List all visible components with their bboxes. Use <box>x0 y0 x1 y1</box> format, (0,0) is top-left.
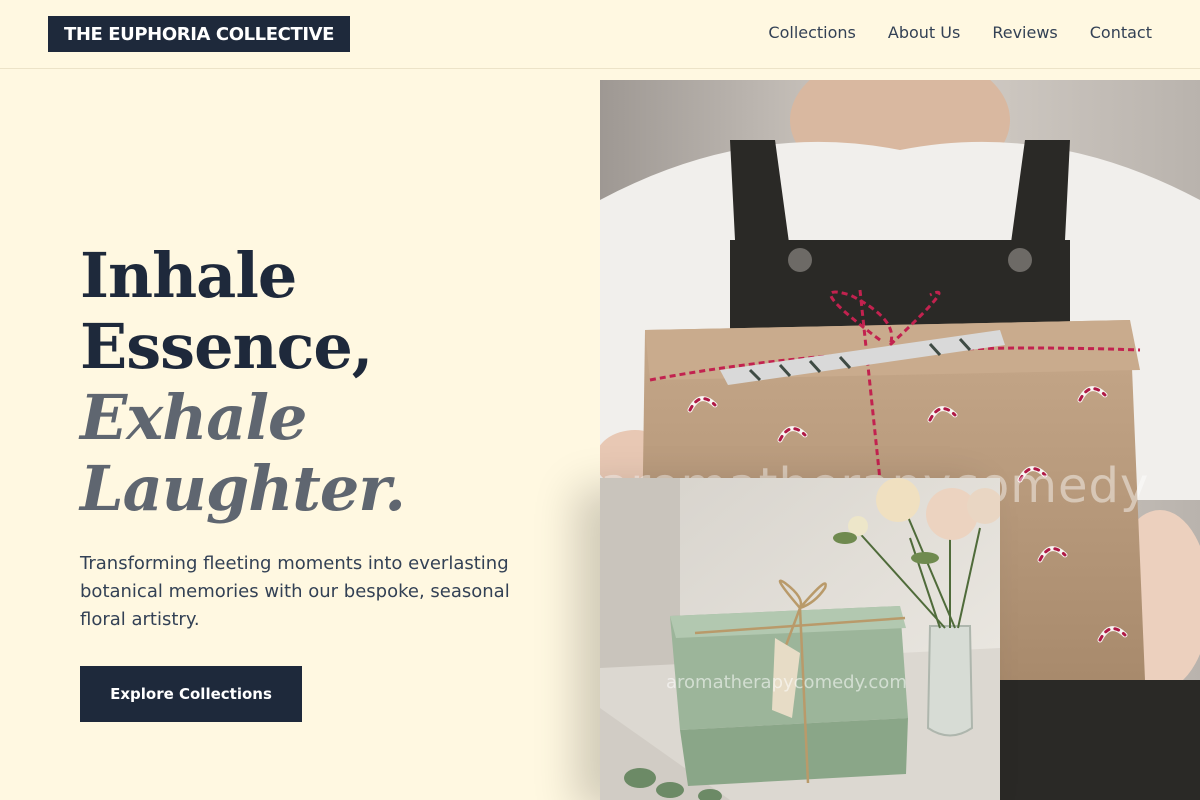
hero-subtext: Transforming fleeting moments into everl… <box>80 553 510 630</box>
nav-link-collections[interactable]: Collections <box>768 22 855 44</box>
nav-link-reviews[interactable]: Reviews <box>992 22 1057 44</box>
brand-logo[interactable]: THE EUPHORIA COLLECTIVE <box>48 16 350 52</box>
headline-line-4: Laughter. <box>80 452 406 525</box>
headline-line-1: Inhale <box>80 239 297 312</box>
main-nav: Collections About Us Reviews Contact <box>768 22 1152 44</box>
explore-collections-button[interactable]: Explore Collections <box>80 666 302 722</box>
headline-line-3: Exhale <box>80 381 307 454</box>
nav-link-about-us[interactable]: About Us <box>888 22 960 44</box>
hero-headline: Inhale Essence, Exhale Laughter. <box>80 239 406 525</box>
site-header: THE EUPHORIA COLLECTIVE Collections Abou… <box>0 0 1200 69</box>
headline-line-2: Essence, <box>80 310 373 383</box>
inset-image-green-gift <box>600 478 1000 800</box>
green-gift-illustration <box>600 478 1000 800</box>
inset-image-watermark: aromatherapycomedy.com <box>666 672 907 693</box>
nav-link-contact[interactable]: Contact <box>1090 22 1152 44</box>
